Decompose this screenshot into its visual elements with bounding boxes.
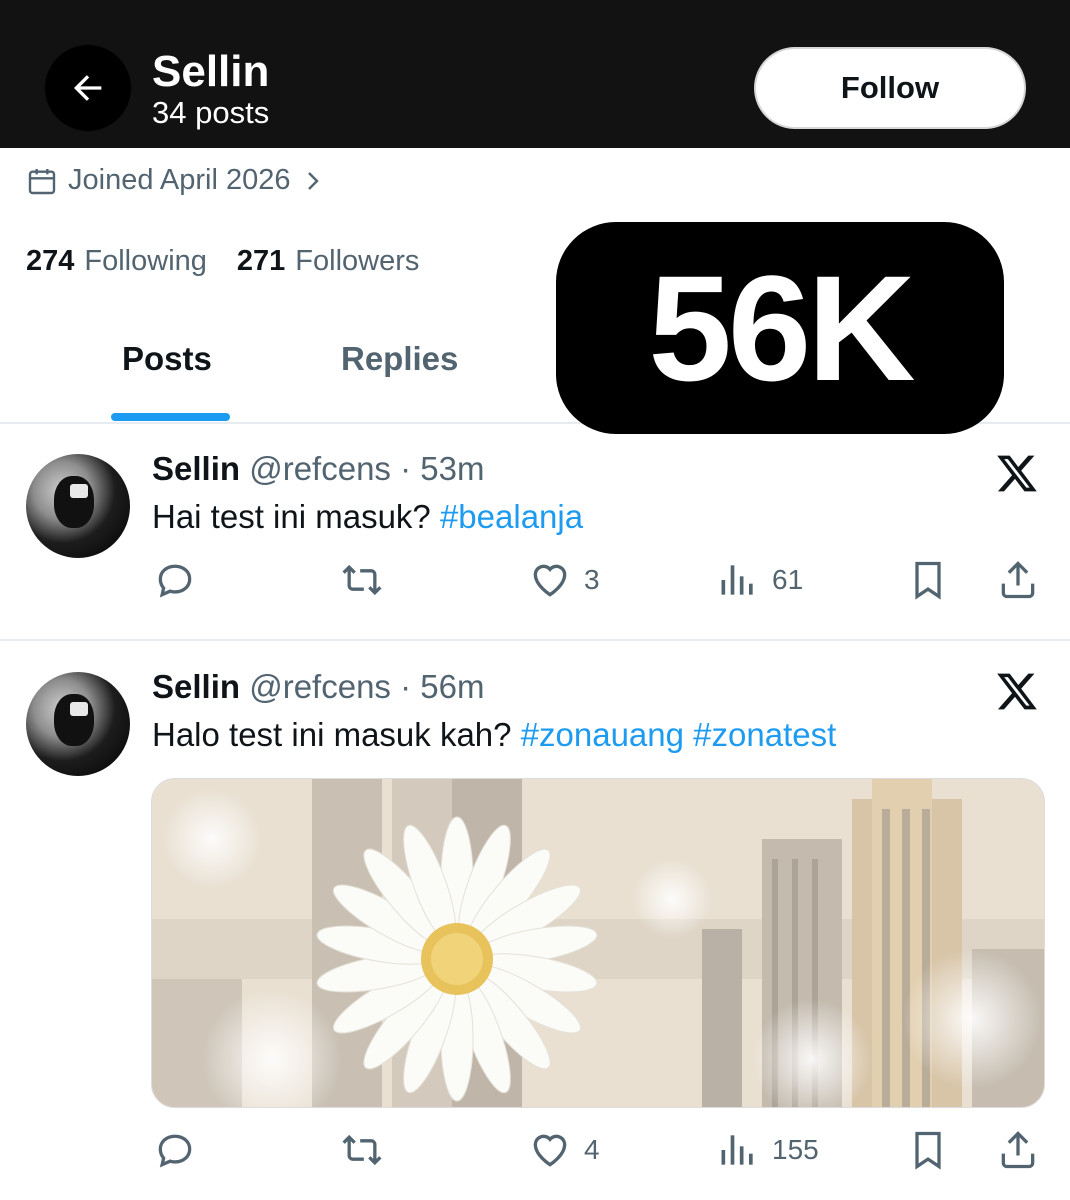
- tweet-text: Halo test ini masuk kah? #zonauang #zona…: [152, 715, 836, 755]
- like-count: 3: [584, 564, 600, 595]
- x-logo-icon: [997, 455, 1037, 492]
- bookmark-icon: [915, 561, 941, 600]
- post-count: 34 posts: [152, 95, 270, 130]
- reply-button[interactable]: [153, 1128, 197, 1172]
- tweet-author[interactable]: Sellin: [152, 450, 240, 487]
- followers-label: Followers: [295, 245, 420, 277]
- count-badge: 56K: [556, 222, 1004, 434]
- bookmark-button[interactable]: [906, 558, 950, 602]
- like-button[interactable]: 3: [528, 558, 600, 602]
- reply-icon: [158, 564, 192, 598]
- calendar-icon: [28, 168, 56, 194]
- followers-link[interactable]: 271 Followers: [237, 245, 419, 278]
- tweet-divider: [0, 639, 1070, 641]
- views-icon: [721, 1135, 753, 1165]
- views-icon: [721, 565, 753, 595]
- retweet-icon: [342, 564, 382, 596]
- share-icon: [1001, 561, 1035, 599]
- following-link[interactable]: 274 Following: [26, 245, 207, 278]
- tweet-header: Sellin @refcens · 53m: [152, 449, 484, 489]
- tweet-text: Hai test ini masuk? #bealanja: [152, 497, 583, 537]
- back-button[interactable]: [45, 45, 131, 131]
- tweet-meta: @refcens · 56m: [249, 668, 485, 705]
- hashtag-link[interactable]: #bealanja: [440, 498, 583, 535]
- tweet-meta: @refcens · 53m: [249, 450, 485, 487]
- arrow-left-icon: [74, 75, 102, 101]
- retweet-icon: [342, 1134, 382, 1166]
- tweet-image-art: [152, 779, 1044, 1107]
- x-logo-icon: [997, 673, 1037, 710]
- active-tab-indicator: [111, 413, 230, 421]
- like-count: 4: [584, 1134, 600, 1165]
- tweet-image[interactable]: [151, 778, 1045, 1108]
- follow-stats: 274 Following 271 Followers: [26, 245, 449, 278]
- heart-icon: [533, 564, 567, 597]
- joined-text: Joined April 2026: [68, 164, 291, 196]
- hashtag-link[interactable]: #zonauang #zonatest: [521, 716, 837, 753]
- heart-icon: [533, 1134, 567, 1167]
- bookmark-button[interactable]: [906, 1128, 950, 1172]
- avatar[interactable]: [26, 672, 130, 776]
- tweet-body: Halo test ini masuk kah?: [152, 716, 521, 753]
- view-count: 61: [772, 564, 804, 595]
- tweet-actions: 3 61: [0, 558, 1070, 608]
- avatar[interactable]: [26, 454, 130, 558]
- retweet-button[interactable]: [340, 558, 384, 602]
- profile-header: Sellin 34 posts Follow: [0, 0, 1070, 148]
- followers-count: 271: [236, 245, 286, 277]
- like-button[interactable]: 4: [528, 1128, 600, 1172]
- following-count: 274: [26, 245, 75, 277]
- view-count: 155: [772, 1134, 819, 1165]
- tab-replies[interactable]: Replies: [341, 340, 458, 378]
- tab-posts[interactable]: Posts: [122, 340, 212, 378]
- tweet-actions: 4 155: [0, 1128, 1070, 1178]
- joined-date[interactable]: Joined April 2026: [26, 164, 335, 197]
- views-button[interactable]: 155: [716, 1128, 819, 1172]
- views-button[interactable]: 61: [716, 558, 803, 602]
- profile-name: Sellin: [152, 47, 270, 96]
- tweet-header: Sellin @refcens · 56m: [152, 667, 484, 707]
- follow-button[interactable]: Follow: [754, 47, 1026, 129]
- reply-icon: [158, 1134, 192, 1168]
- tweet-author[interactable]: Sellin: [152, 668, 240, 705]
- chevron-right-icon: [307, 171, 319, 190]
- tweet-body: Hai test ini masuk?: [152, 498, 440, 535]
- retweet-button[interactable]: [340, 1128, 384, 1172]
- share-button[interactable]: [996, 558, 1040, 602]
- reply-button[interactable]: [153, 558, 197, 602]
- following-label: Following: [84, 245, 207, 277]
- bookmark-icon: [915, 1131, 941, 1170]
- share-button[interactable]: [996, 1128, 1040, 1172]
- share-icon: [1001, 1131, 1035, 1169]
